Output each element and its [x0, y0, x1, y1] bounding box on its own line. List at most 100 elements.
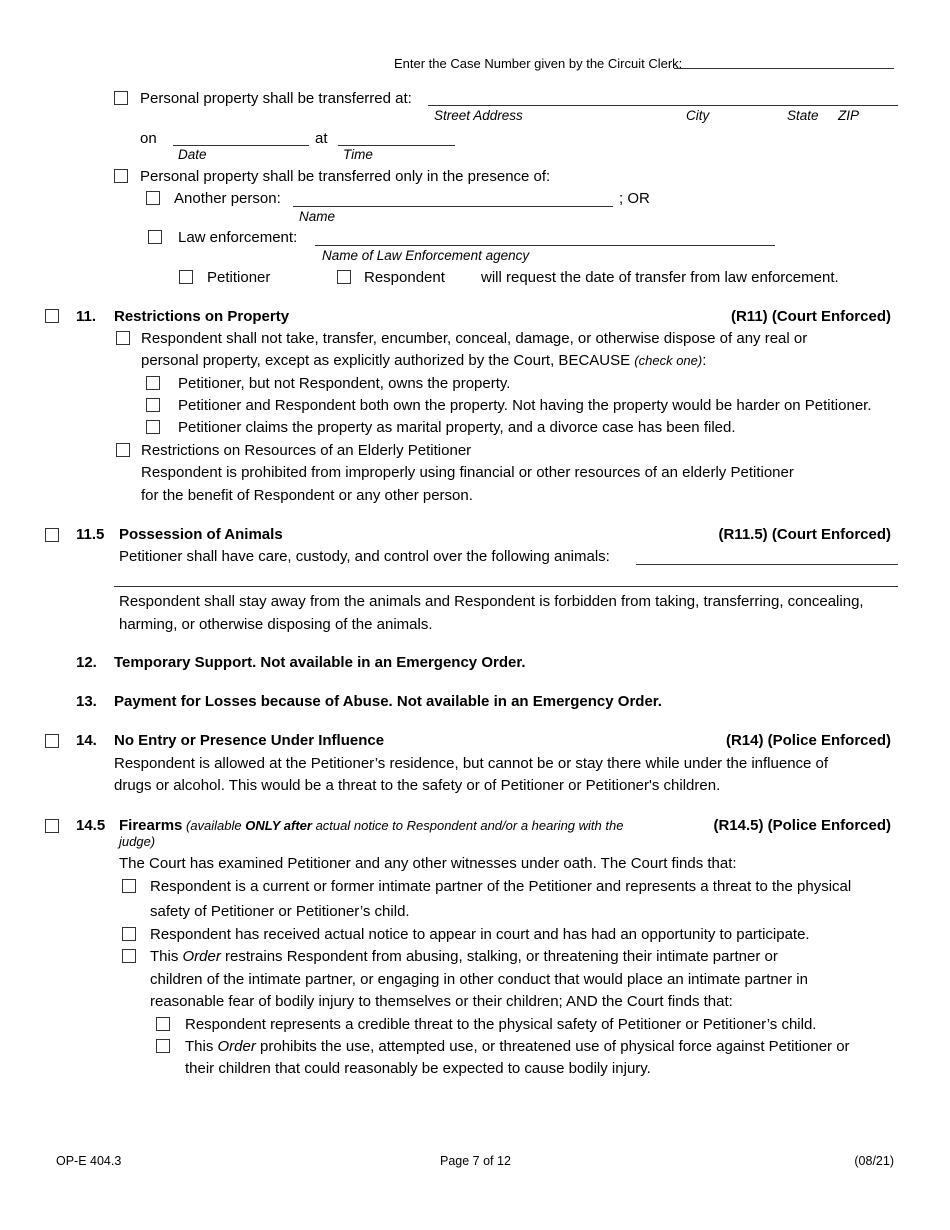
law-enforcement-agency-field[interactable]: [315, 245, 775, 246]
finding-actual-notice: Respondent has received actual notice to…: [150, 926, 810, 943]
section-11-checkbox[interactable]: [45, 309, 59, 323]
city-label: City: [686, 108, 710, 123]
section-14-5-code: (R14.5) (Police Enforced): [713, 817, 891, 834]
animals-field-line2[interactable]: [114, 586, 898, 587]
finding-order-restrains-checkbox[interactable]: [122, 949, 136, 963]
another-person-name-field[interactable]: [293, 206, 613, 207]
section-11-5-checkbox[interactable]: [45, 528, 59, 542]
section-14-line1: Respondent is allowed at the Petitioner’…: [114, 755, 829, 772]
transfer-date-field[interactable]: [173, 145, 309, 146]
check-one-note: (check one): [634, 353, 703, 368]
section-14-number: 14.: [76, 732, 97, 749]
finding-order-restrains-line1: This Order restrains Respondent from abu…: [150, 948, 778, 965]
section-11-5-title: Possession of Animals: [119, 526, 283, 543]
section-14-5-number: 14.5: [76, 817, 106, 834]
form-id: OP-E 404.3: [56, 1154, 122, 1168]
revision-date: (08/21): [854, 1154, 894, 1168]
section-11-code: (R11) (Court Enforced): [730, 308, 891, 325]
another-person-checkbox[interactable]: [146, 191, 160, 205]
section-11-title: Restrictions on Property: [114, 308, 290, 325]
section-12-text: Temporary Support. Not available in an E…: [114, 654, 526, 671]
case-number-field[interactable]: [674, 68, 894, 69]
petitioner-checkbox[interactable]: [179, 270, 193, 284]
section-13-text: Payment for Losses because of Abuse. Not…: [114, 693, 662, 710]
law-enforcement-checkbox[interactable]: [148, 230, 162, 244]
elderly-petitioner-title: Restrictions on Resources of an Elderly …: [141, 442, 472, 459]
agency-label: Name of Law Enforcement agency: [322, 248, 530, 263]
firearms-note-c: actual notice to Respondent and/or a hea…: [311, 818, 624, 833]
request-date-text: will request the date of transfer from l…: [481, 269, 839, 286]
elderly-petitioner-line1: Respondent is prohibited from improperly…: [141, 464, 794, 481]
animal-stay-away-line2: harming, or otherwise disposing of the a…: [119, 616, 433, 633]
property-restriction-line2: personal property, except as explicitly …: [141, 352, 706, 369]
state-label: State: [787, 108, 819, 123]
finding-order-restrains-line2: children of the intimate partner, or eng…: [150, 971, 808, 988]
f3-a: This: [150, 948, 183, 965]
section-14-5-heading: Firearms (available ONLY after actual no…: [119, 817, 623, 834]
property-restriction-checkbox[interactable]: [116, 331, 130, 345]
presence-label: Personal property shall be transferred o…: [140, 168, 551, 185]
case-number-label: Enter the Case Number given by the Circu…: [394, 56, 683, 71]
animal-custody-text: Petitioner shall have care, custody, and…: [119, 548, 610, 565]
finding-intimate-partner-checkbox[interactable]: [122, 879, 136, 893]
elderly-petitioner-line2: for the benefit of Respondent or any oth…: [141, 487, 473, 504]
option-both-own: Petitioner and Respondent both own the p…: [178, 397, 872, 414]
section-14-checkbox[interactable]: [45, 734, 59, 748]
presence-checkbox[interactable]: [114, 169, 128, 183]
colon: :: [702, 352, 707, 369]
petitioner-label: Petitioner: [207, 269, 271, 286]
respondent-checkbox[interactable]: [337, 270, 351, 284]
page-number: Page 7 of 12: [440, 1154, 511, 1168]
property-restriction-line2-text: personal property, except as explicitly …: [141, 352, 635, 369]
section-14-title: No Entry or Presence Under Influence: [114, 732, 385, 749]
option-marital-property-checkbox[interactable]: [146, 420, 160, 434]
property-restriction-line1: Respondent shall not take, transfer, enc…: [141, 330, 808, 347]
date-label: Date: [178, 147, 207, 162]
option-petitioner-owns-checkbox[interactable]: [146, 376, 160, 390]
finding-prohibits-force-line2: their children that could reasonably be …: [185, 1060, 651, 1077]
transfer-at-label: Personal property shall be transferred a…: [140, 90, 412, 107]
firearms-note-d: judge): [119, 834, 156, 849]
option-petitioner-owns: Petitioner, but not Respondent, owns the…: [178, 375, 511, 392]
finding-intimate-partner-line1: Respondent is a current or former intima…: [150, 878, 852, 895]
firearms-note-a: (available: [182, 818, 246, 833]
finding-credible-threat: Respondent represents a credible threat …: [185, 1016, 817, 1033]
or-label: ; OR: [619, 190, 650, 207]
section-11-5-code: (R11.5) (Court Enforced): [718, 526, 891, 543]
finding-actual-notice-checkbox[interactable]: [122, 927, 136, 941]
finding-prohibits-force-checkbox[interactable]: [156, 1039, 170, 1053]
zip-label: ZIP: [838, 108, 860, 123]
firearms-intro: The Court has examined Petitioner and an…: [119, 855, 737, 872]
finding-intimate-partner-line2: safety of Petitioner or Petitioner’s chi…: [150, 903, 410, 920]
option-both-own-checkbox[interactable]: [146, 398, 160, 412]
section-11-number: 11.: [76, 308, 97, 325]
firearms-note-emphasis: ONLY after: [245, 818, 312, 833]
respondent-label: Respondent: [364, 269, 445, 286]
f3-order: Order: [182, 948, 221, 965]
transfer-at-checkbox[interactable]: [114, 91, 128, 105]
name-label: Name: [299, 209, 336, 224]
section-14-5-checkbox[interactable]: [45, 819, 59, 833]
animals-field-line1[interactable]: [636, 564, 898, 565]
animal-stay-away-line1: Respondent shall stay away from the anim…: [119, 593, 864, 610]
section-14-line2: drugs or alcohol. This would be a threat…: [114, 777, 721, 794]
g2-order: Order: [217, 1038, 256, 1055]
option-marital-property: Petitioner claims the property as marita…: [178, 419, 736, 436]
g2-b: prohibits the use, attempted use, or thr…: [255, 1038, 850, 1055]
transfer-time-field[interactable]: [338, 145, 455, 146]
elderly-petitioner-checkbox[interactable]: [116, 443, 130, 457]
transfer-address-field[interactable]: [428, 105, 898, 106]
section-12-number: 12.: [76, 654, 97, 671]
on-label: on: [140, 130, 157, 147]
another-person-label: Another person:: [174, 190, 281, 207]
finding-credible-threat-checkbox[interactable]: [156, 1017, 170, 1031]
g2-a: This: [185, 1038, 218, 1055]
street-address-label: Street Address: [434, 108, 523, 123]
at-label: at: [315, 130, 328, 147]
law-enforcement-label: Law enforcement:: [178, 229, 298, 246]
section-14-code: (R14) (Police Enforced): [725, 732, 891, 749]
time-label: Time: [343, 147, 373, 162]
section-14-5-title: Firearms: [119, 817, 183, 834]
section-13-number: 13.: [76, 693, 97, 710]
section-11-5-number: 11.5: [76, 526, 105, 543]
